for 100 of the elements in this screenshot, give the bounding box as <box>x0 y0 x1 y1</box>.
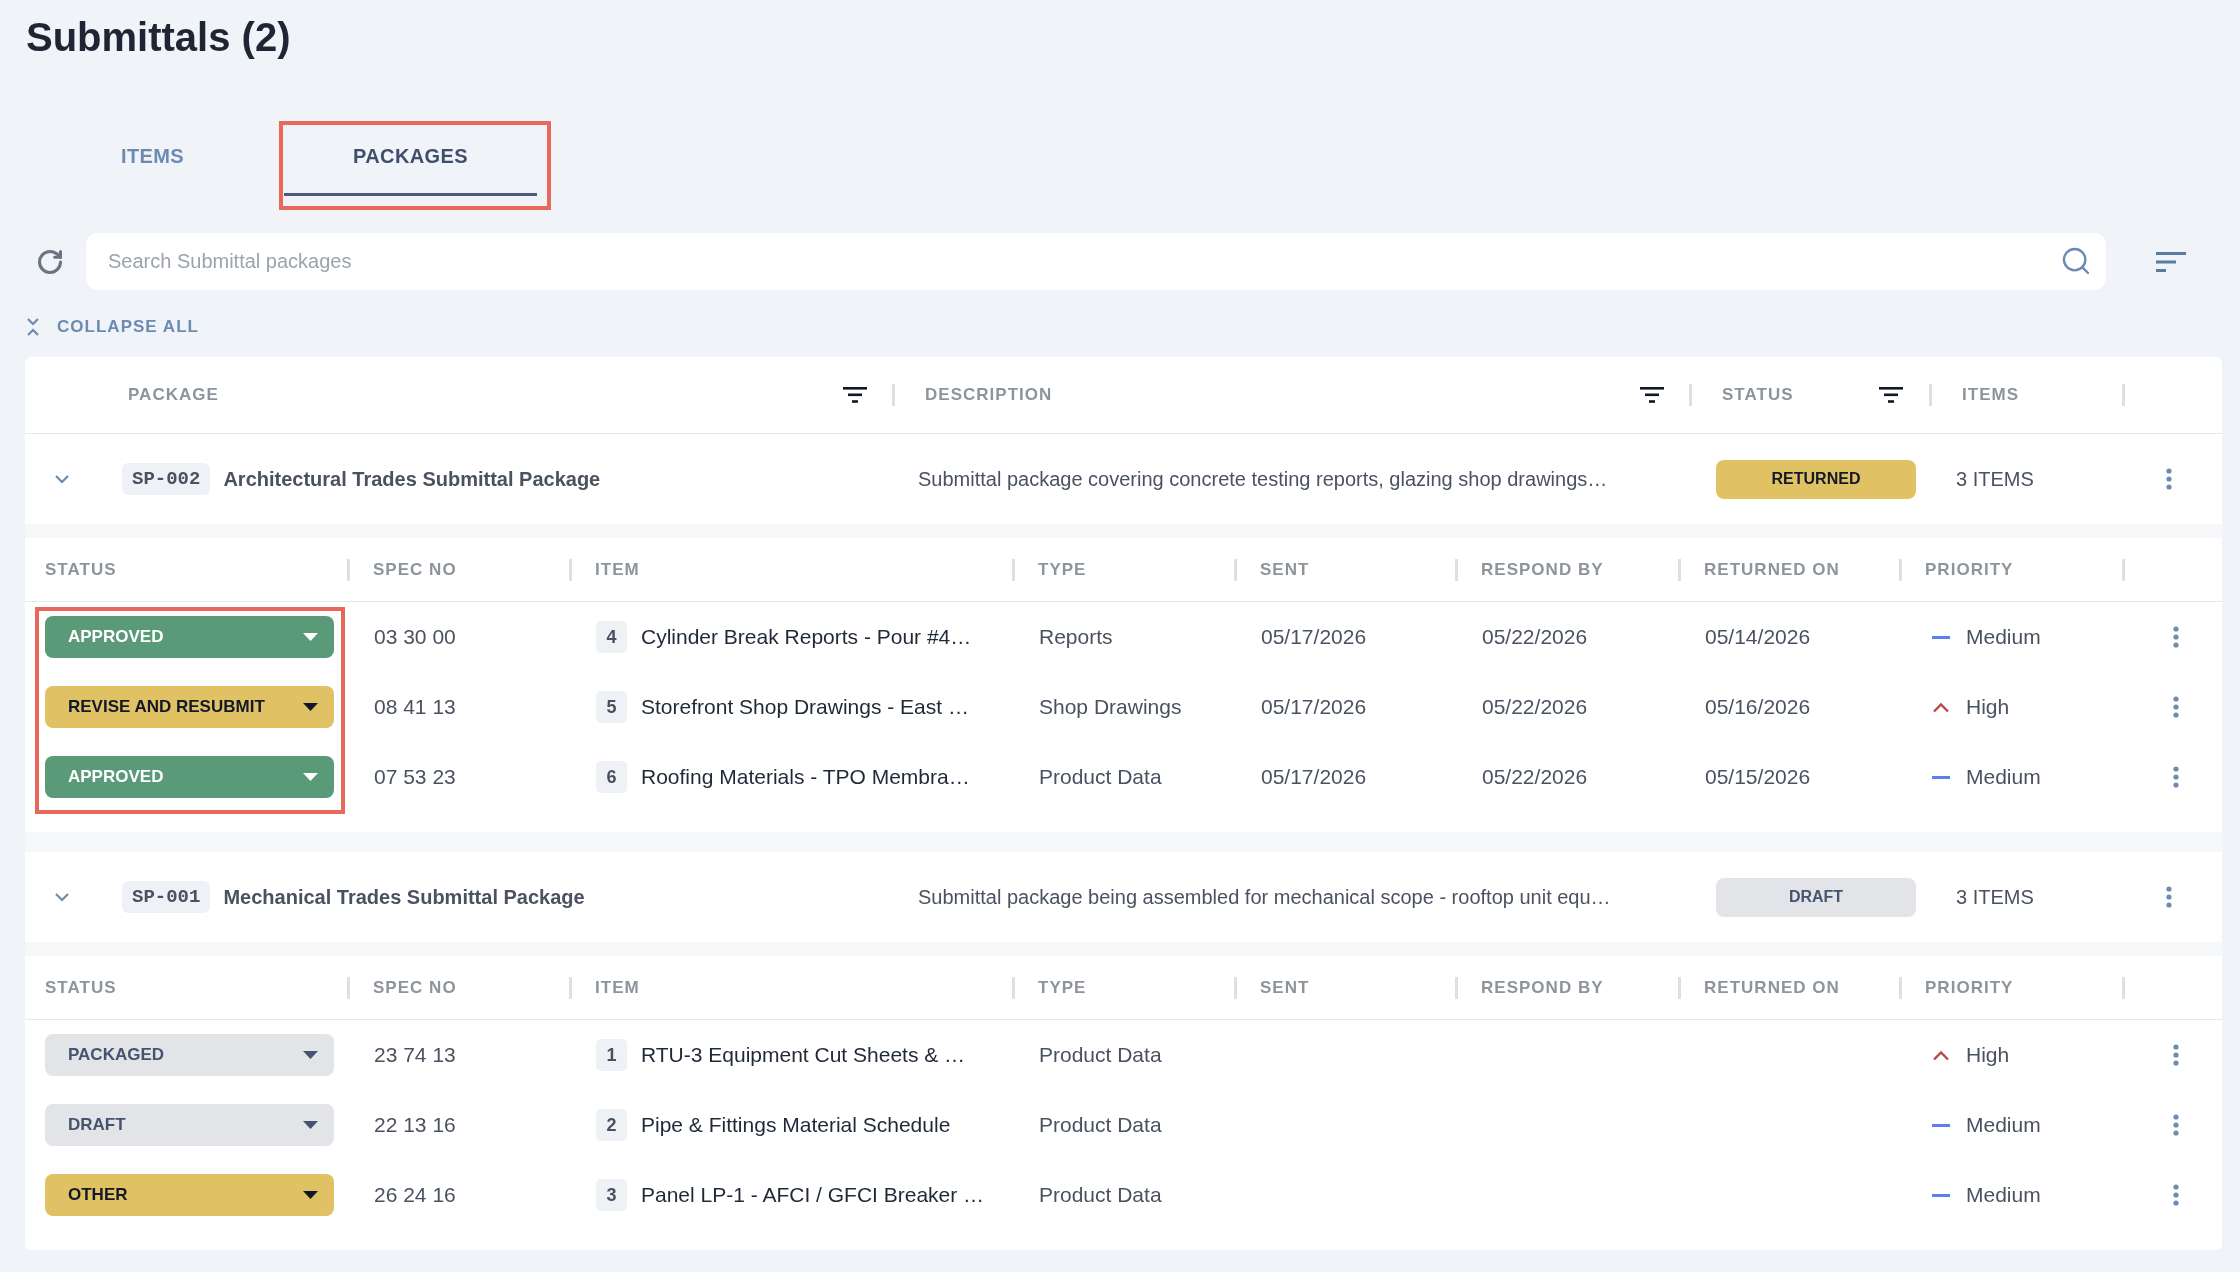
status-dropdown[interactable]: APPROVED <box>45 756 334 798</box>
item-type: Product Data <box>1039 1043 1162 1067</box>
dash-icon <box>1932 635 1950 639</box>
dash-icon <box>1932 1193 1950 1197</box>
item-type: Product Data <box>1039 1113 1162 1137</box>
item-type: Product Data <box>1039 1183 1162 1207</box>
sent-date: 05/17/2026 <box>1261 695 1367 719</box>
sent-date: 05/17/2026 <box>1261 625 1367 649</box>
item-number: 2 <box>596 1109 627 1141</box>
caret-icon <box>303 1121 318 1129</box>
column-header: SPEC NO <box>373 558 457 581</box>
tab[interactable]: ITEMS <box>26 126 279 196</box>
priority-label: High <box>1966 694 2010 721</box>
package-description: Submittal package being assembled for mechanical scope - rooftop unit equ… <box>918 886 1611 908</box>
returned-date: 05/15/2026 <box>1705 765 1811 789</box>
respond-by-date: 05/22/2026 <box>1482 625 1588 649</box>
returned-date: 05/14/2026 <box>1705 625 1811 649</box>
item-count: 3 ITEMS <box>1956 886 2034 908</box>
collapse-all-button[interactable]: COLLAPSE ALL <box>26 314 199 340</box>
spec-number: 07 53 23 <box>374 765 456 789</box>
column-header: SENT <box>1260 976 1310 999</box>
status-dropdown[interactable]: OTHER <box>45 1174 334 1216</box>
item-name: Pipe & Fittings Material Schedule <box>641 1112 951 1139</box>
more-options-icon[interactable] <box>2173 1044 2179 1066</box>
status-dropdown[interactable]: APPROVED <box>45 616 334 658</box>
filter-icon[interactable] <box>1879 387 1903 403</box>
more-options-icon[interactable] <box>2173 696 2179 718</box>
status-dropdown[interactable]: DRAFT <box>45 1104 334 1146</box>
caret-icon <box>303 773 318 781</box>
column-header: ITEMS <box>1962 384 2020 407</box>
column-header: TYPE <box>1038 558 1087 581</box>
dash-icon <box>1932 1123 1950 1127</box>
status-dropdown[interactable]: PACKAGED <box>45 1034 334 1076</box>
package-code: SP-001 <box>122 881 211 913</box>
caret-icon <box>303 633 318 641</box>
more-options-icon[interactable] <box>2173 1114 2179 1136</box>
more-options-icon[interactable] <box>2173 1184 2179 1206</box>
priority-label: High <box>1966 1042 2010 1069</box>
status-tag: RETURNED <box>1716 459 1916 499</box>
chevron-up-icon <box>1932 701 1950 713</box>
item-name: Storefront Shop Drawings - East … <box>641 694 969 721</box>
spec-number: 03 30 00 <box>374 625 456 649</box>
column-header: STATUS <box>1722 384 1794 407</box>
priority-label: Medium <box>1966 1112 2041 1139</box>
tab[interactable]: PACKAGES <box>284 126 537 196</box>
item-name: Roofing Materials - TPO Membra… <box>641 764 970 791</box>
respond-by-date: 05/22/2026 <box>1482 695 1588 719</box>
caret-icon <box>303 703 318 711</box>
priority-label: Medium <box>1966 764 2041 791</box>
filter-icon[interactable] <box>1640 387 1664 403</box>
column-header: RESPOND BY <box>1481 976 1604 999</box>
sort-icon[interactable] <box>2156 251 2186 272</box>
package-code: SP-002 <box>122 463 211 495</box>
column-header: DESCRIPTION <box>925 384 1053 407</box>
column-header: SENT <box>1260 558 1310 581</box>
page-title: Submittals (2) <box>26 14 291 61</box>
item-count: 3 ITEMS <box>1956 468 2034 490</box>
status-dropdown[interactable]: REVISE AND RESUBMIT <box>45 686 334 728</box>
item-number: 4 <box>596 621 627 653</box>
package-description: Submittal package covering concrete testing reports, glazing shop drawings… <box>918 468 1608 490</box>
search-field[interactable]: Search Submittal packages <box>86 233 2106 290</box>
more-options-icon[interactable] <box>2166 468 2172 490</box>
search-icon[interactable] <box>2060 245 2092 277</box>
item-number: 5 <box>596 691 627 723</box>
column-header: ITEM <box>595 558 640 581</box>
caret-icon <box>303 1051 318 1059</box>
column-header: PRIORITY <box>1925 558 2014 581</box>
column-header: PACKAGE <box>128 384 219 407</box>
filter-icon[interactable] <box>843 387 867 403</box>
package-name: Mechanical Trades Submittal Package <box>223 885 585 910</box>
item-number: 3 <box>596 1179 627 1211</box>
spec-number: 22 13 16 <box>374 1113 456 1137</box>
sent-date: 05/17/2026 <box>1261 765 1367 789</box>
respond-by-date: 05/22/2026 <box>1482 765 1588 789</box>
item-name: Cylinder Break Reports - Pour #4… <box>641 624 972 651</box>
dash-icon <box>1932 775 1950 779</box>
package-name: Architectural Trades Submittal Package <box>223 467 601 492</box>
status-tag: DRAFT <box>1716 877 1916 917</box>
more-options-icon[interactable] <box>2173 766 2179 788</box>
more-options-icon[interactable] <box>2173 626 2179 648</box>
column-header: RETURNED ON <box>1704 558 1840 581</box>
item-type: Reports <box>1039 625 1113 649</box>
item-number: 1 <box>596 1039 627 1071</box>
item-name: Panel LP-1 - AFCI / GFCI Breaker … <box>641 1182 985 1209</box>
returned-date: 05/16/2026 <box>1705 695 1811 719</box>
column-header: RESPOND BY <box>1481 558 1604 581</box>
caret-icon <box>303 1191 318 1199</box>
chevron-up-icon <box>1932 1049 1950 1061</box>
column-header: RETURNED ON <box>1704 976 1840 999</box>
item-number: 6 <box>596 761 627 793</box>
column-header: STATUS <box>45 558 117 581</box>
spec-number: 08 41 13 <box>374 695 456 719</box>
column-header: PRIORITY <box>1925 976 2014 999</box>
spec-number: 23 74 13 <box>374 1043 456 1067</box>
priority-label: Medium <box>1966 624 2041 651</box>
item-type: Shop Drawings <box>1039 695 1182 719</box>
more-options-icon[interactable] <box>2166 886 2172 908</box>
column-header: ITEM <box>595 976 640 999</box>
refresh-icon[interactable] <box>36 247 64 276</box>
item-name: RTU-3 Equipment Cut Sheets & … <box>641 1042 966 1069</box>
